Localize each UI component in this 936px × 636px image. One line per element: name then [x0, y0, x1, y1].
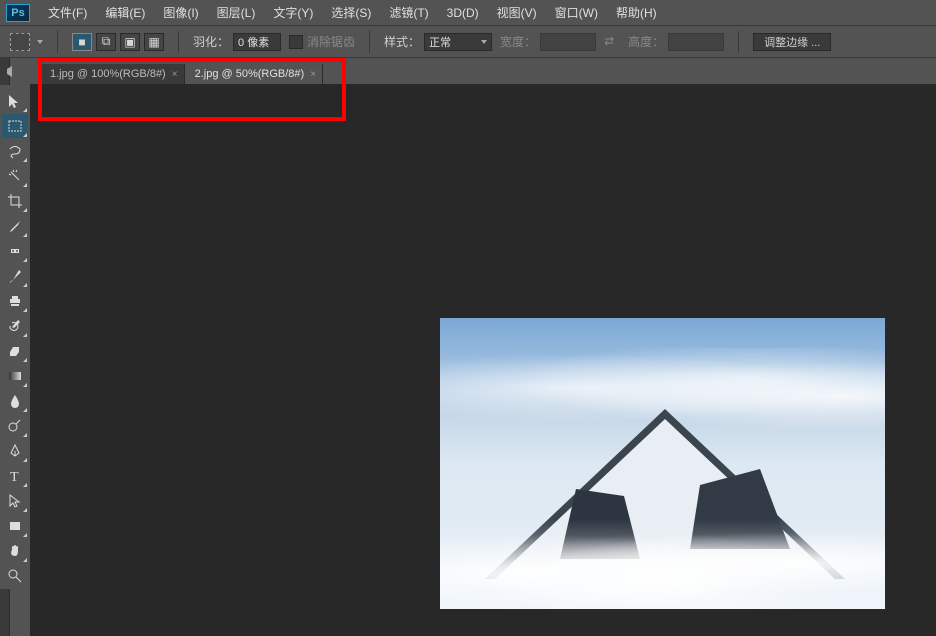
- toolbox: T: [0, 85, 30, 589]
- selection-subtract-icon[interactable]: ▣: [120, 33, 140, 51]
- svg-text:T: T: [10, 470, 19, 484]
- document-tab-1[interactable]: 1.jpg @ 100%(RGB/8#) ×: [40, 64, 185, 84]
- menu-type[interactable]: 文字(Y): [265, 0, 321, 25]
- divider: [178, 31, 179, 53]
- hand-tool[interactable]: [2, 539, 28, 563]
- tab-label: 1.jpg @ 100%(RGB/8#): [50, 68, 166, 80]
- chevron-down-icon: [481, 40, 487, 44]
- spot-healing-brush-tool[interactable]: [2, 239, 28, 263]
- rectangular-marquee-tool[interactable]: [2, 114, 28, 138]
- menu-filter[interactable]: 滤镜(T): [381, 0, 436, 25]
- divider: [738, 31, 739, 53]
- options-bar: ■ ⧉ ▣ ▦ 羽化： 消除锯齿 样式： 正常 宽度： ⇄ 高度： 调整边缘 .…: [0, 25, 936, 58]
- path-selection-tool[interactable]: [2, 489, 28, 513]
- chevron-down-icon: [37, 40, 43, 44]
- refine-edge-button[interactable]: 调整边缘 ...: [753, 33, 831, 51]
- lasso-tool[interactable]: [2, 139, 28, 163]
- divider: [57, 31, 58, 53]
- selection-add-icon[interactable]: ⧉: [96, 33, 116, 51]
- menu-help[interactable]: 帮助(H): [608, 0, 665, 25]
- blur-tool[interactable]: [2, 389, 28, 413]
- eyedropper-tool[interactable]: [2, 214, 28, 238]
- style-value: 正常: [429, 34, 451, 50]
- antialias-checkbox[interactable]: [289, 35, 303, 49]
- selection-new-icon[interactable]: ■: [72, 33, 92, 51]
- menu-layer[interactable]: 图层(L): [209, 0, 264, 25]
- menu-select[interactable]: 选择(S): [323, 0, 379, 25]
- marquee-icon: [10, 33, 30, 51]
- brush-tool[interactable]: [2, 264, 28, 288]
- move-tool[interactable]: [2, 89, 28, 113]
- document-canvas[interactable]: [440, 318, 885, 609]
- history-brush-tool[interactable]: [2, 314, 28, 338]
- height-label: 高度：: [628, 33, 664, 50]
- clone-stamp-tool[interactable]: [2, 289, 28, 313]
- swap-dimensions-icon[interactable]: ⇄: [604, 34, 620, 50]
- menu-image[interactable]: 图像(I): [155, 0, 206, 25]
- menu-3d[interactable]: 3D(D): [439, 2, 487, 24]
- width-label: 宽度：: [500, 33, 536, 50]
- image-content: [440, 519, 885, 609]
- zoom-tool[interactable]: [2, 564, 28, 588]
- document-tab-2[interactable]: 2.jpg @ 50%(RGB/8#) ×: [185, 64, 323, 84]
- feather-label: 羽化：: [193, 33, 229, 50]
- menu-view[interactable]: 视图(V): [489, 0, 545, 25]
- type-tool[interactable]: T: [2, 464, 28, 488]
- app-logo: Ps: [6, 4, 30, 22]
- menubar: Ps 文件(F) 编辑(E) 图像(I) 图层(L) 文字(Y) 选择(S) 滤…: [0, 0, 936, 25]
- dodge-tool[interactable]: [2, 414, 28, 438]
- menu-window[interactable]: 窗口(W): [547, 0, 606, 25]
- crop-tool[interactable]: [2, 189, 28, 213]
- menu-edit[interactable]: 编辑(E): [97, 0, 153, 25]
- antialias-label: 消除锯齿: [307, 33, 355, 50]
- gradient-tool[interactable]: [2, 364, 28, 388]
- height-input[interactable]: [668, 33, 724, 51]
- style-label: 样式：: [384, 33, 420, 50]
- document-tabs: 1.jpg @ 100%(RGB/8#) × 2.jpg @ 50%(RGB/8…: [40, 64, 323, 84]
- width-input[interactable]: [540, 33, 596, 51]
- pen-tool[interactable]: [2, 439, 28, 463]
- feather-input[interactable]: [233, 33, 281, 51]
- close-icon[interactable]: ×: [310, 69, 316, 80]
- style-select[interactable]: 正常: [424, 33, 492, 51]
- divider: [369, 31, 370, 53]
- eraser-tool[interactable]: [2, 339, 28, 363]
- selection-intersect-icon[interactable]: ▦: [144, 33, 164, 51]
- menu-file[interactable]: 文件(F): [40, 0, 95, 25]
- tab-label: 2.jpg @ 50%(RGB/8#): [195, 68, 305, 80]
- close-icon[interactable]: ×: [172, 69, 178, 80]
- tool-preset-picker[interactable]: [10, 33, 43, 51]
- rectangle-tool[interactable]: [2, 514, 28, 538]
- magic-wand-tool[interactable]: [2, 164, 28, 188]
